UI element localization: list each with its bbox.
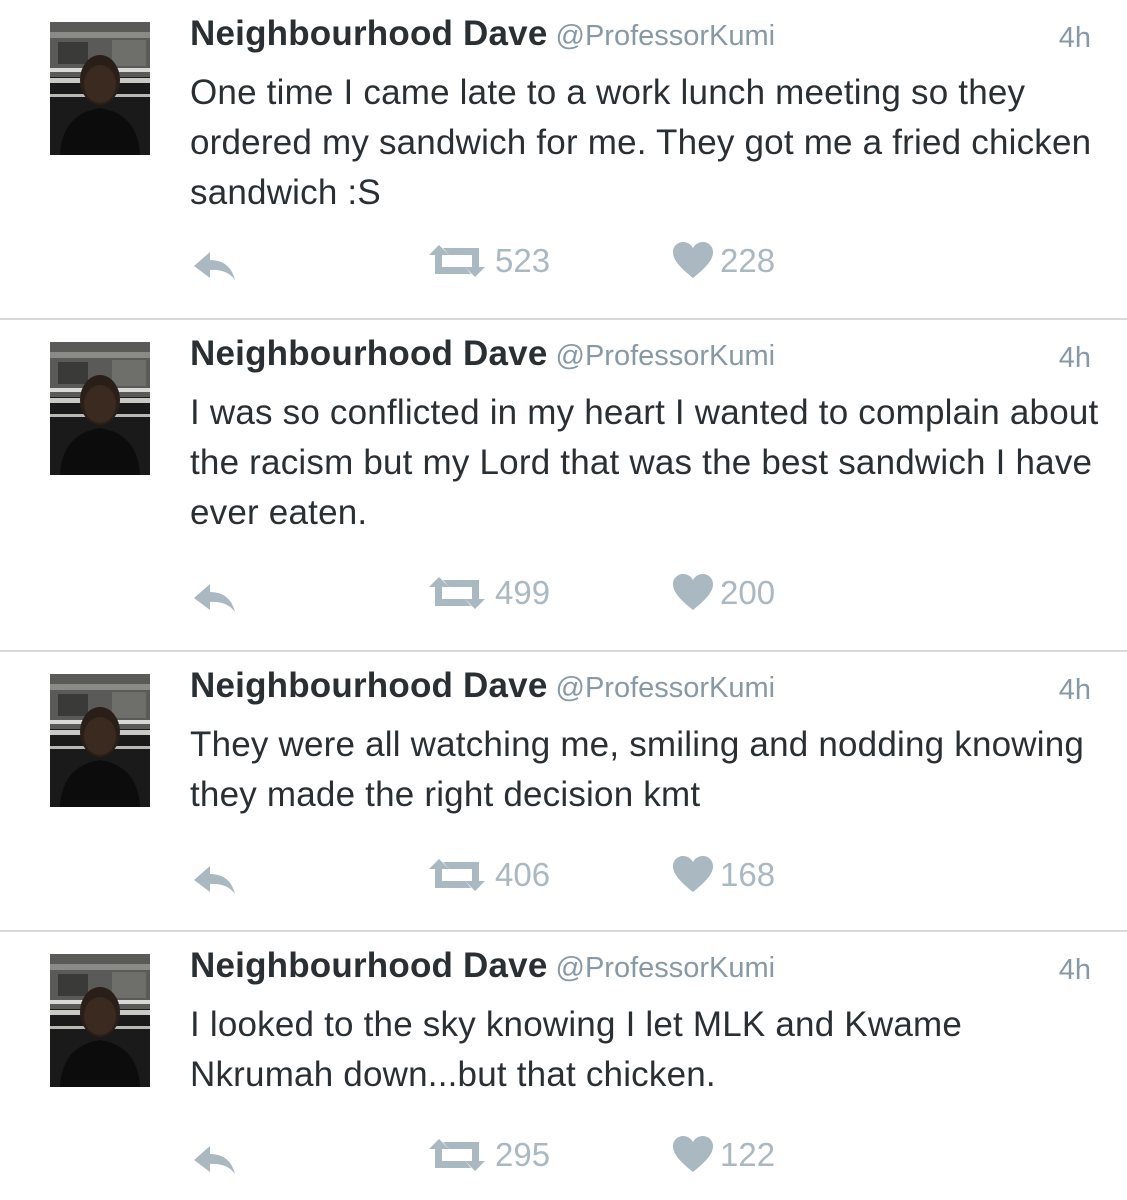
tweet[interactable]: Neighbourhood Dave @ProfessorKumi 4h I lo… bbox=[0, 932, 1127, 1200]
like-button[interactable]: 168 bbox=[672, 856, 775, 906]
reply-arrow-icon bbox=[194, 1146, 235, 1174]
like-button[interactable]: 200 bbox=[672, 574, 775, 624]
retweet-count: 523 bbox=[495, 242, 551, 279]
reply-button[interactable] bbox=[190, 248, 240, 288]
action-bar: 295 122 bbox=[0, 1136, 1127, 1186]
timestamp[interactable]: 4h bbox=[1059, 954, 1091, 987]
timestamp[interactable]: 4h bbox=[1059, 674, 1091, 707]
display-name[interactable]: Neighbourhood Dave bbox=[190, 946, 548, 985]
action-bar: 523 228 bbox=[0, 242, 1127, 292]
tweet[interactable]: Neighbourhood Dave @ProfessorKumi 4h I wa… bbox=[0, 320, 1127, 652]
profile-photo-icon bbox=[50, 342, 150, 475]
like-count: 200 bbox=[720, 574, 776, 611]
reply-arrow-icon bbox=[194, 866, 235, 894]
user-handle[interactable]: @ProfessorKumi bbox=[556, 952, 776, 984]
retweet-icon bbox=[429, 577, 485, 609]
retweet-button[interactable]: 499 bbox=[425, 574, 550, 624]
timestamp[interactable]: 4h bbox=[1059, 342, 1091, 375]
tweet[interactable]: Neighbourhood Dave @ProfessorKumi 4h They… bbox=[0, 652, 1127, 932]
user-handle[interactable]: @ProfessorKumi bbox=[556, 672, 776, 704]
retweet-count: 499 bbox=[495, 574, 551, 611]
action-bar: 406 168 bbox=[0, 856, 1127, 906]
avatar[interactable] bbox=[50, 674, 150, 807]
reply-button[interactable] bbox=[190, 580, 240, 620]
retweet-button[interactable]: 406 bbox=[425, 856, 550, 906]
retweet-count: 295 bbox=[495, 1136, 551, 1173]
avatar[interactable] bbox=[50, 954, 150, 1087]
action-bar: 499 200 bbox=[0, 574, 1127, 624]
heart-icon bbox=[673, 856, 713, 892]
heart-icon bbox=[673, 242, 713, 278]
display-name[interactable]: Neighbourhood Dave bbox=[190, 666, 548, 705]
retweet-button[interactable]: 295 bbox=[425, 1136, 550, 1186]
reply-button[interactable] bbox=[190, 862, 240, 902]
retweet-icon bbox=[429, 1139, 485, 1171]
tweet-text: I looked to the sky knowing I let MLK an… bbox=[190, 1005, 963, 1094]
display-name[interactable]: Neighbourhood Dave bbox=[190, 334, 548, 373]
retweet-icon bbox=[429, 859, 485, 891]
like-button[interactable]: 228 bbox=[672, 242, 775, 292]
tweet-text: They were all watching me, smiling and n… bbox=[190, 725, 1085, 814]
reply-button[interactable] bbox=[190, 1142, 240, 1182]
timestamp[interactable]: 4h bbox=[1059, 22, 1091, 55]
heart-icon bbox=[673, 574, 713, 610]
tweet-header: Neighbourhood Dave @ProfessorKumi bbox=[190, 946, 1097, 994]
like-button[interactable]: 122 bbox=[672, 1136, 775, 1186]
profile-photo-icon bbox=[50, 674, 150, 807]
retweet-icon bbox=[429, 245, 485, 277]
user-handle[interactable]: @ProfessorKumi bbox=[556, 20, 776, 52]
tweet-header: Neighbourhood Dave @ProfessorKumi bbox=[190, 666, 1097, 714]
reply-arrow-icon bbox=[194, 252, 235, 280]
profile-photo-icon bbox=[50, 22, 150, 155]
tweet[interactable]: Neighbourhood Dave @ProfessorKumi 4h One … bbox=[0, 0, 1127, 320]
tweet-header: Neighbourhood Dave @ProfessorKumi bbox=[190, 14, 1097, 62]
avatar[interactable] bbox=[50, 342, 150, 475]
avatar[interactable] bbox=[50, 22, 150, 155]
reply-arrow-icon bbox=[194, 584, 235, 612]
profile-photo-icon bbox=[50, 954, 150, 1087]
tweet-text: One time I came late to a work lunch mee… bbox=[190, 73, 1092, 212]
like-count: 122 bbox=[720, 1136, 776, 1173]
tweet-header: Neighbourhood Dave @ProfessorKumi bbox=[190, 334, 1097, 382]
retweet-count: 406 bbox=[495, 856, 551, 893]
heart-icon bbox=[673, 1136, 713, 1172]
user-handle[interactable]: @ProfessorKumi bbox=[556, 340, 776, 372]
display-name[interactable]: Neighbourhood Dave bbox=[190, 14, 548, 53]
retweet-button[interactable]: 523 bbox=[425, 242, 550, 292]
like-count: 228 bbox=[720, 242, 776, 279]
like-count: 168 bbox=[720, 856, 776, 893]
tweet-text: I was so conflicted in my heart I wanted… bbox=[190, 393, 1099, 532]
